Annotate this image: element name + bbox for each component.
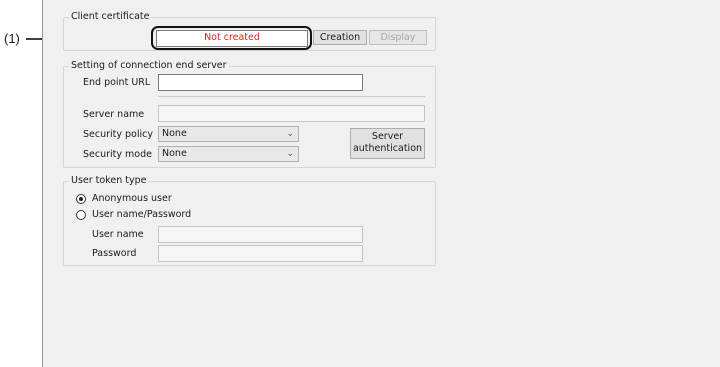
server-authentication-button[interactable]: Server authentication bbox=[350, 128, 425, 159]
server-authentication-label-2: authentication bbox=[352, 143, 423, 154]
creation-button[interactable]: Creation bbox=[313, 30, 367, 45]
username-password-radio[interactable] bbox=[76, 210, 86, 220]
connection-legend: Setting of connection end server bbox=[69, 60, 229, 72]
chevron-down-icon: ⌄ bbox=[286, 129, 294, 139]
security-policy-label: Security policy bbox=[83, 129, 153, 140]
password-input[interactable] bbox=[158, 245, 363, 262]
security-mode-value: None bbox=[162, 148, 187, 159]
security-mode-select[interactable]: None ⌄ bbox=[158, 146, 299, 162]
security-mode-label: Security mode bbox=[83, 149, 152, 160]
server-name-input[interactable] bbox=[158, 105, 425, 122]
divider bbox=[158, 96, 425, 97]
server-name-label: Server name bbox=[83, 109, 145, 120]
client-certificate-legend: Client certificate bbox=[69, 11, 152, 23]
username-label: User name bbox=[92, 229, 144, 240]
callout-highlight-box bbox=[151, 26, 312, 50]
security-policy-select[interactable]: None ⌄ bbox=[158, 126, 299, 142]
username-input[interactable] bbox=[158, 226, 363, 243]
radio-selected-dot bbox=[79, 197, 83, 201]
chevron-down-icon: ⌄ bbox=[286, 149, 294, 159]
endpoint-url-label: End point URL bbox=[83, 77, 151, 88]
username-password-label[interactable]: User name/Password bbox=[92, 209, 191, 221]
server-authentication-label-1: Server bbox=[371, 131, 404, 142]
settings-panel: Client certificate Not created Creation … bbox=[42, 0, 720, 367]
password-label: Password bbox=[92, 248, 137, 259]
display-button[interactable]: Display bbox=[369, 30, 427, 45]
user-token-legend: User token type bbox=[69, 175, 149, 187]
anonymous-user-label[interactable]: Anonymous user bbox=[92, 193, 172, 205]
anonymous-user-radio[interactable] bbox=[76, 194, 86, 204]
security-policy-value: None bbox=[162, 128, 187, 139]
endpoint-url-input[interactable] bbox=[158, 74, 363, 91]
